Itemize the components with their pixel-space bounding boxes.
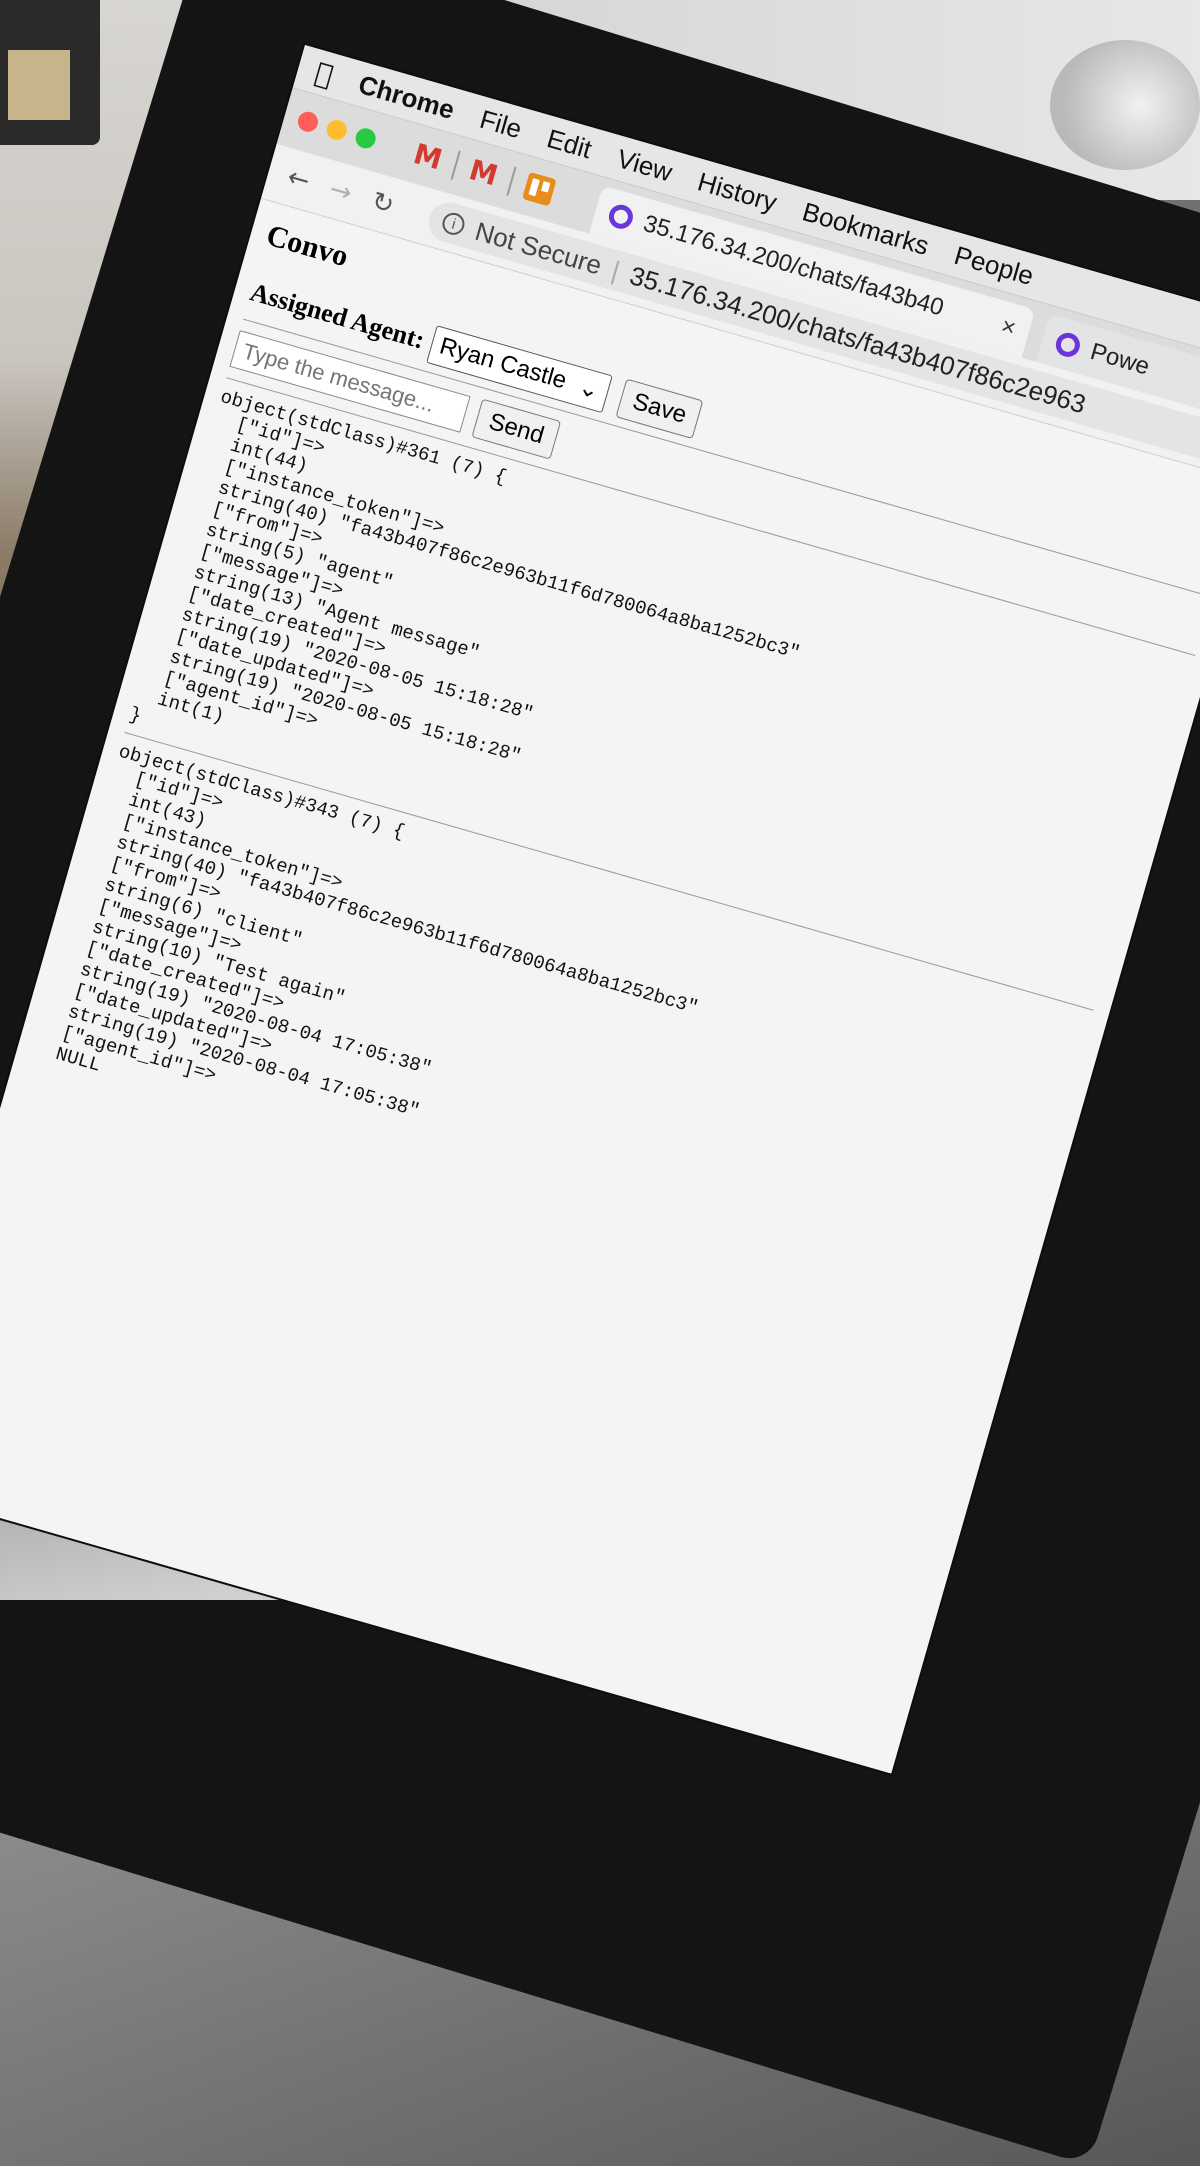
- omnibox-divider: |: [608, 254, 624, 286]
- close-tab-icon[interactable]: ×: [998, 312, 1019, 343]
- window-controls: [295, 109, 378, 151]
- lamp: [1050, 40, 1200, 170]
- zoom-window-button[interactable]: [353, 125, 378, 151]
- gmail-icon[interactable]: M: [410, 137, 446, 176]
- minimize-window-button[interactable]: [324, 117, 350, 143]
- forward-arrow-icon[interactable]: →: [326, 174, 355, 209]
- tab-divider: [506, 165, 517, 196]
- menu-edit[interactable]: Edit: [544, 123, 595, 165]
- trello-icon[interactable]: [521, 171, 557, 206]
- site-favicon-icon: [606, 201, 636, 232]
- info-icon[interactable]: i: [440, 210, 468, 238]
- menu-file[interactable]: File: [476, 103, 526, 144]
- menu-view[interactable]: View: [614, 143, 676, 188]
- back-arrow-icon[interactable]: ←: [284, 162, 313, 197]
- tab-divider: [450, 149, 461, 180]
- close-window-button[interactable]: [295, 109, 321, 135]
- agent-selected-value: Ryan Castle: [436, 332, 570, 395]
- reload-icon[interactable]: ↻: [368, 186, 397, 221]
- apple-icon[interactable]: : [312, 55, 337, 91]
- site-favicon-icon: [1053, 330, 1083, 360]
- chevron-down-icon: ⌄: [575, 372, 603, 405]
- desk-object: [0, 0, 100, 145]
- gmail-icon[interactable]: M: [466, 153, 502, 192]
